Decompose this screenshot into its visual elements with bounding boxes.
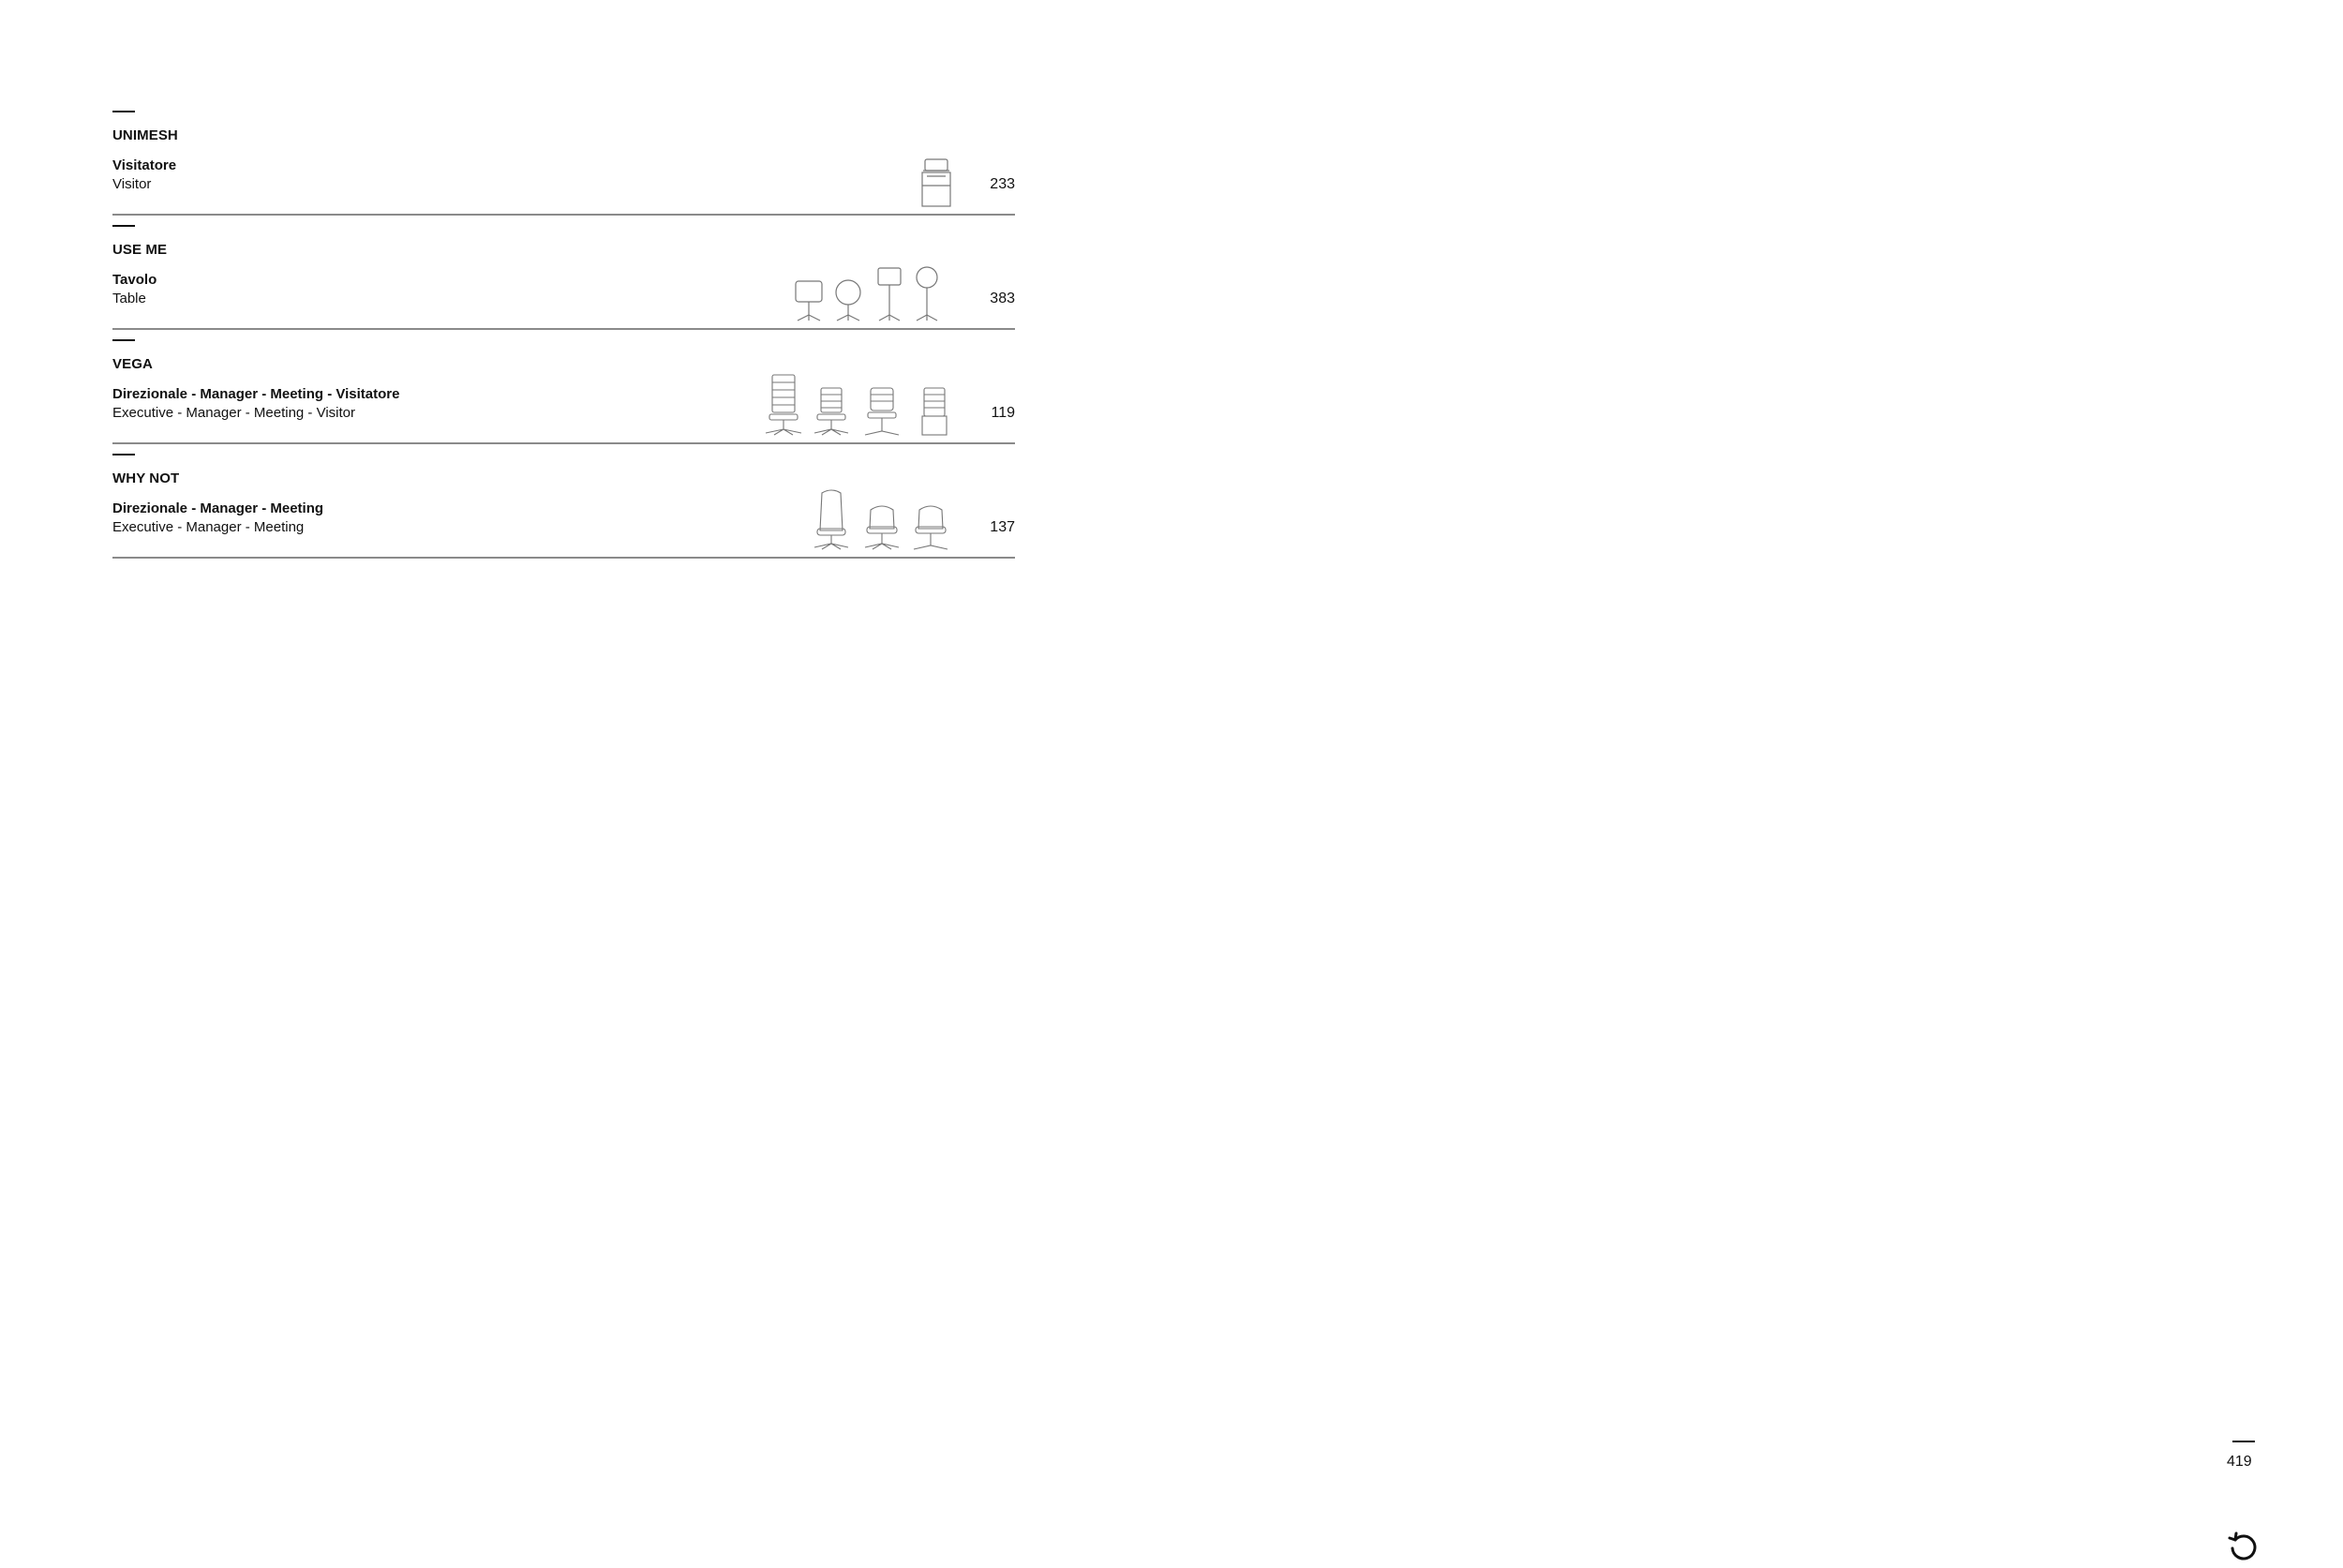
product-name: UNIMESH <box>112 127 178 143</box>
square-high-table-icon <box>877 267 902 321</box>
category-english: Table <box>112 291 146 306</box>
index-entry-why-not[interactable]: WHY NOT Direzionale - Manager - Meeting … <box>112 450 1015 559</box>
product-thumbnails <box>803 487 953 551</box>
entry-dash <box>112 111 135 112</box>
meeting-chair-icon <box>864 387 900 436</box>
product-name: VEGA <box>112 356 153 372</box>
reload-icon[interactable] <box>2227 1530 2261 1563</box>
entry-dash <box>112 339 135 341</box>
product-name: USE ME <box>112 242 168 258</box>
category-italian: Direzionale - Manager - Meeting - Visita… <box>112 386 400 402</box>
square-table-icon <box>795 280 823 321</box>
index-entry-unimesh[interactable]: UNIMESH Visitatore Visitor 233 <box>112 107 1015 216</box>
manager-chair-icon <box>813 387 849 436</box>
page-number-link[interactable]: 233 <box>990 176 1015 193</box>
page-number-link[interactable]: 383 <box>990 291 1015 307</box>
product-thumbnails <box>794 266 953 322</box>
round-high-table-icon <box>916 266 938 321</box>
category-italian: Direzionale - Manager - Meeting <box>112 500 324 516</box>
entry-dash <box>112 454 135 455</box>
page-number: 419 <box>2227 1454 2252 1470</box>
category-english: Executive - Manager - Meeting <box>112 519 305 535</box>
visitor-chair-icon <box>921 387 948 436</box>
index-entry-use-me[interactable]: USE ME Tavolo Table 383 <box>112 221 1015 330</box>
page-number-link[interactable]: 137 <box>990 519 1015 536</box>
footer-dash <box>2232 1441 2255 1442</box>
product-index-list: UNIMESH Visitatore Visitor 233 USE ME Ta… <box>112 107 1015 564</box>
category-english: Executive - Manager - Meeting - Visitor <box>112 405 355 421</box>
index-entry-vega[interactable]: VEGA Direzionale - Manager - Meeting - V… <box>112 336 1015 444</box>
visitor-chair-icon <box>921 158 951 207</box>
product-thumbnails <box>756 373 953 437</box>
page-number-link[interactable]: 119 <box>991 405 1015 422</box>
round-table-icon <box>835 279 861 321</box>
executive-chair-icon <box>765 374 802 436</box>
executive-chair-icon <box>813 489 849 550</box>
category-english: Visitor <box>112 176 152 192</box>
category-italian: Visitatore <box>112 157 177 173</box>
category-italian: Tavolo <box>112 272 157 288</box>
manager-chair-icon <box>864 505 900 550</box>
entry-dash <box>112 225 135 227</box>
product-name: WHY NOT <box>112 470 180 486</box>
product-thumbnails <box>916 152 953 208</box>
meeting-chair-icon <box>913 505 948 550</box>
